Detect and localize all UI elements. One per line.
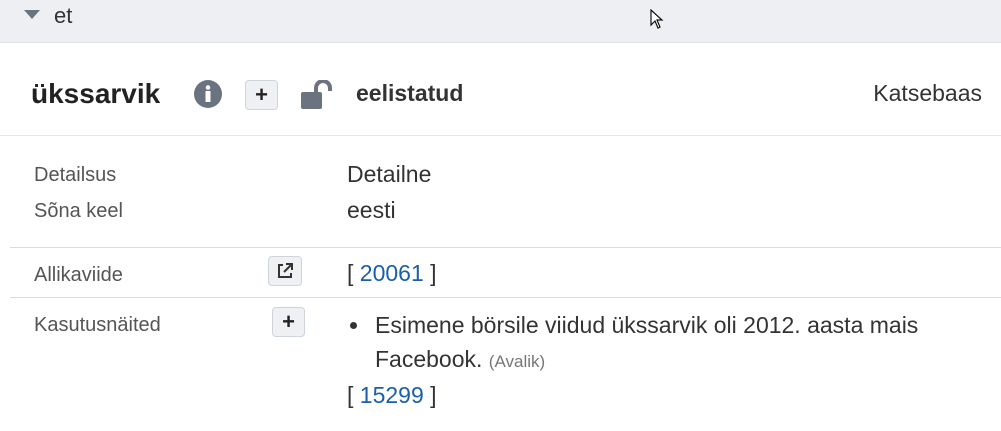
language-code: et (54, 3, 73, 28)
detail-label: Detailsus (34, 164, 117, 186)
headword: ükssarvik (31, 78, 161, 109)
dataset-label: Katsebaas (873, 80, 982, 106)
mouse-cursor-icon (650, 9, 664, 29)
source-ref-label: Allikaviide (34, 264, 123, 286)
usage-source-link[interactable]: 15299 (360, 382, 424, 408)
usage-example-text: Esimene börsile viidud ükssarvik oli 201… (375, 312, 919, 372)
word-language-value: eesti (347, 197, 396, 223)
list-bullet (350, 322, 357, 329)
bracket-close: ] (430, 260, 437, 286)
language-section-header[interactable]: et (0, 0, 1001, 43)
usage-example: Esimene börsile viidud ükssarvik oli 201… (375, 308, 995, 379)
external-link-button[interactable] (268, 256, 302, 286)
detail-value: Detailne (347, 161, 432, 187)
caret-down-icon[interactable] (24, 10, 40, 19)
preferred-badge: eelistatud (356, 80, 464, 106)
add-usage-example-button[interactable]: + (272, 307, 305, 337)
source-ref-value: [ 20061 ] (347, 260, 437, 287)
word-language-label: Sõna keel (34, 200, 123, 222)
unlock-icon[interactable] (300, 80, 334, 110)
bracket-open: [ (347, 260, 354, 286)
source-link[interactable]: 20061 (360, 260, 424, 286)
add-button[interactable]: + (245, 80, 278, 110)
usage-examples-label: Kasutusnäited (34, 314, 161, 336)
bracket-close: ] (430, 382, 437, 408)
info-icon[interactable] (193, 79, 223, 109)
usage-source-ref: [ 15299 ] (347, 382, 437, 409)
external-link-icon (278, 263, 293, 278)
word-header: ükssarvik + eelistatud Katsebaas (0, 44, 1001, 136)
divider (10, 247, 1001, 248)
bracket-open: [ (347, 382, 354, 408)
divider (10, 297, 1001, 298)
visibility-badge: (Avalik) (488, 352, 546, 371)
